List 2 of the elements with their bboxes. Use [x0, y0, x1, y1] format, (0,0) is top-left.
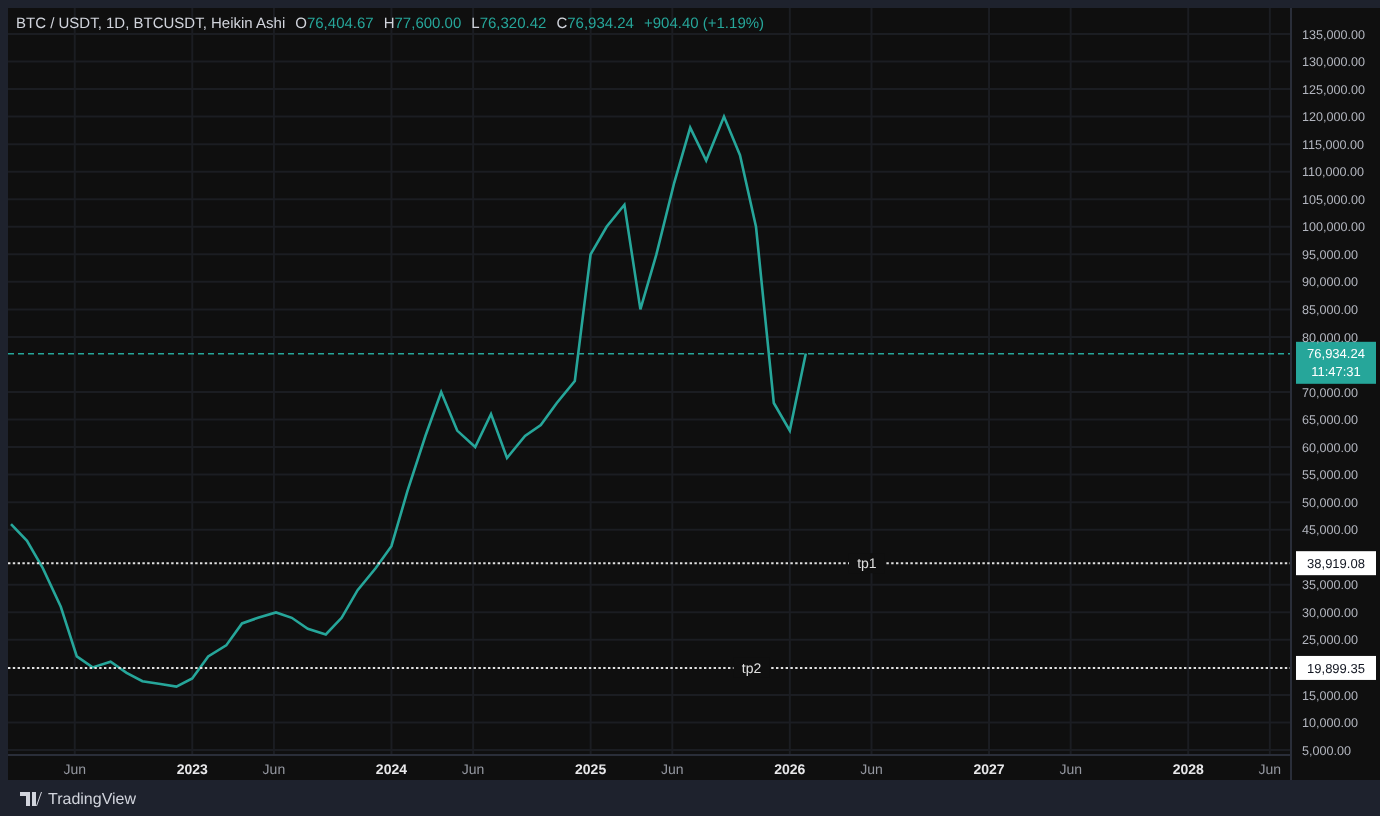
- logo-icon: [20, 791, 42, 805]
- brand-name: TradingView: [48, 789, 137, 807]
